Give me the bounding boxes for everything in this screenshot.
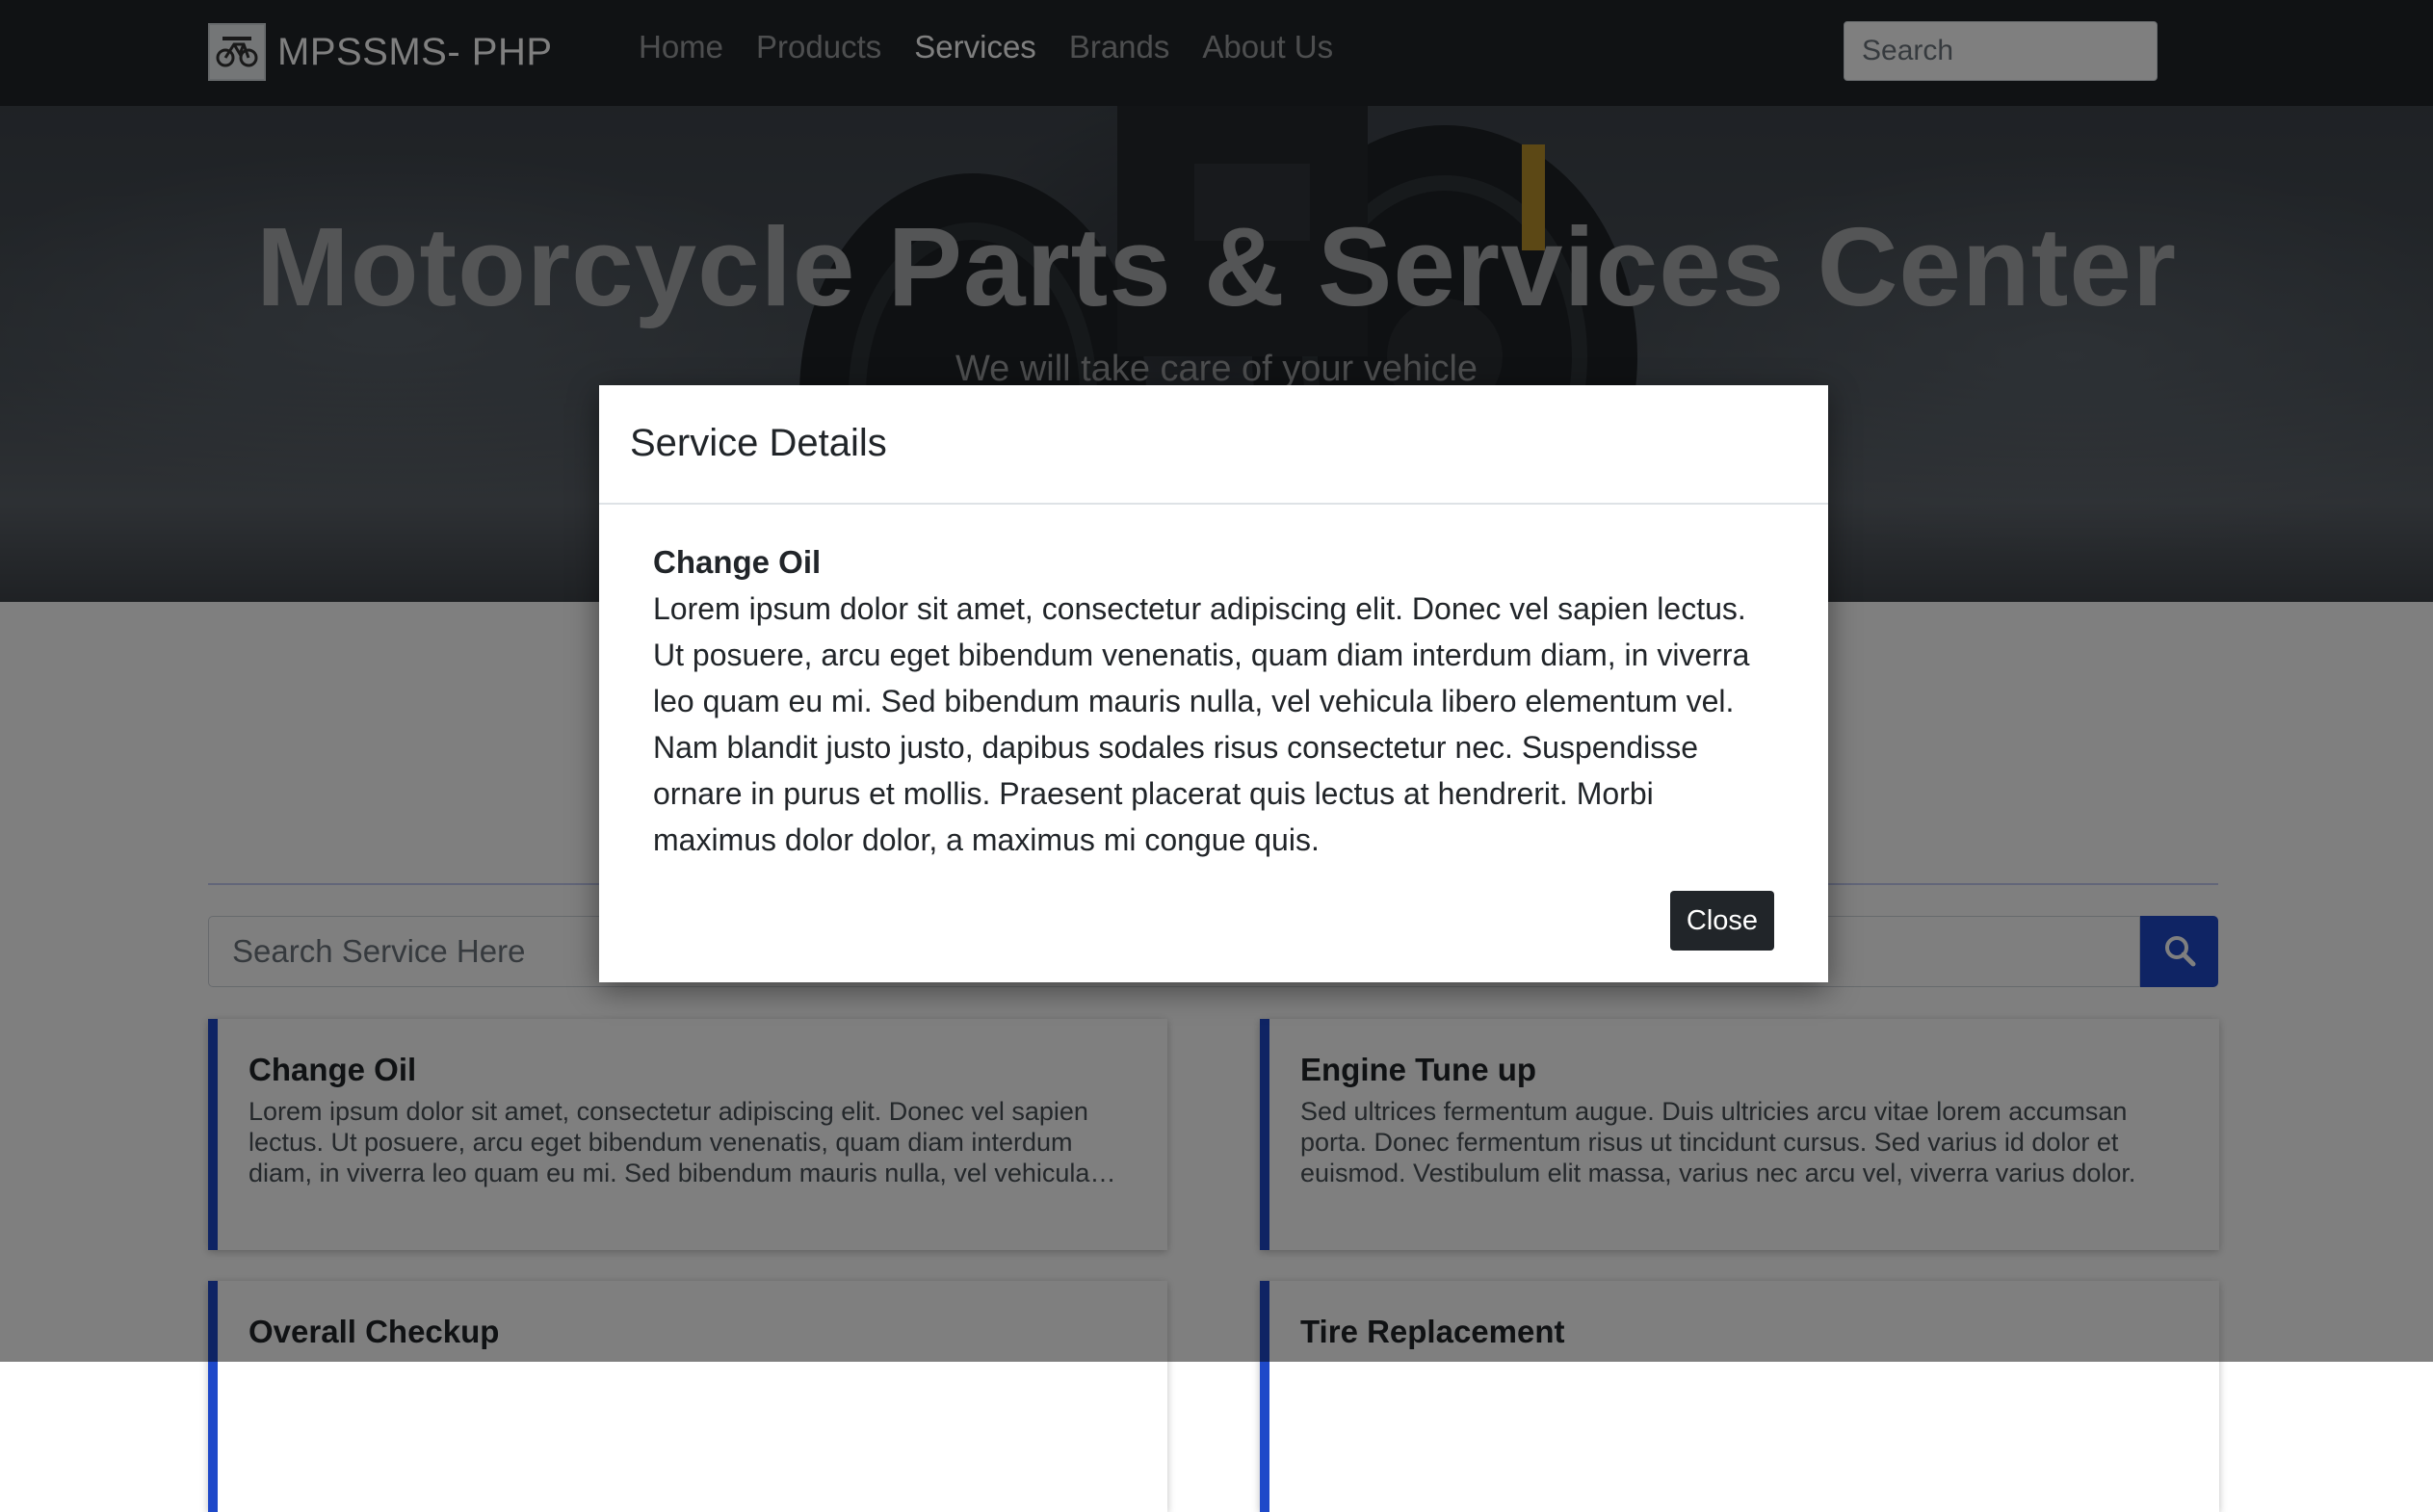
service-details-modal: Service Details Change Oil Lorem ipsum d… <box>599 385 1828 982</box>
modal-body: Change Oil Lorem ipsum dolor sit amet, c… <box>653 539 1780 863</box>
modal-title: Service Details <box>630 422 887 464</box>
modal-header: Service Details <box>599 385 1828 505</box>
modal-service-title: Change Oil <box>653 544 822 580</box>
modal-service-description: Lorem ipsum dolor sit amet, consectetur … <box>653 591 1750 857</box>
close-button[interactable]: Close <box>1670 891 1774 951</box>
